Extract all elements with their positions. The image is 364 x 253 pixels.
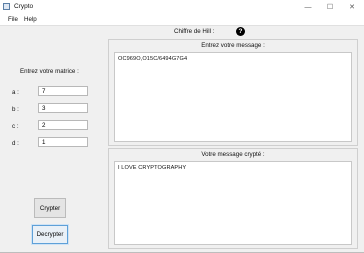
menu-help[interactable]: Help [24, 16, 37, 23]
matrix-label: Entrez votre matrice : [20, 68, 79, 75]
field-label-d: d : [12, 140, 19, 147]
matrix-b-input[interactable] [38, 103, 88, 113]
help-icon[interactable]: ? [236, 27, 245, 36]
menu-bar: File Help [0, 14, 364, 26]
window-title: Crypto [14, 3, 34, 10]
field-label-a: a : [12, 89, 19, 96]
input-message-panel: Entrez votre message : OC969O,O15C/6494G… [108, 39, 358, 146]
crypter-button[interactable]: Crypter [34, 198, 66, 218]
app-icon [3, 3, 10, 10]
field-label-b: b : [12, 106, 19, 113]
maximize-icon: ☐ [326, 4, 334, 11]
hill-cipher-label: Chiffre de Hill : [174, 28, 215, 35]
matrix-a-input[interactable] [38, 86, 88, 96]
output-message-textarea[interactable]: I LOVE CRYPTOGRAPHY [114, 161, 352, 245]
field-label-c: c : [12, 123, 19, 130]
minimize-icon: — [304, 3, 312, 11]
input-message-textarea[interactable]: OC969O,O15C/6494G7G4 [114, 52, 352, 142]
menu-file[interactable]: File [8, 16, 18, 23]
matrix-d-input[interactable] [38, 137, 88, 147]
output-panel-title: Votre message crypté : [201, 151, 265, 158]
close-button[interactable]: ✕ [342, 0, 362, 14]
minimize-button[interactable]: — [298, 0, 318, 14]
close-icon: ✕ [349, 4, 355, 11]
title-bar: Crypto — ☐ ✕ [0, 0, 364, 14]
output-message-panel: Votre message crypté : I LOVE CRYPTOGRAP… [108, 148, 358, 249]
input-panel-title: Entrez votre message : [201, 42, 265, 49]
matrix-c-input[interactable] [38, 120, 88, 130]
decrypter-button[interactable]: Decrypter [32, 225, 68, 244]
maximize-button[interactable]: ☐ [320, 0, 340, 14]
